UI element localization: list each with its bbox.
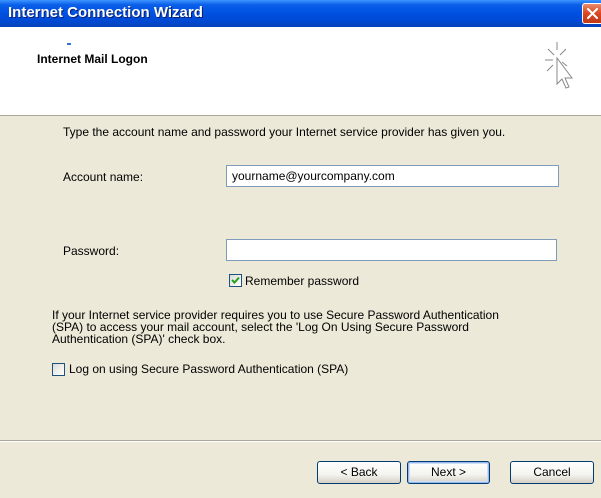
instructions-text: Type the account name and password your … xyxy=(63,125,506,139)
title-bar[interactable]: Internet Connection Wizard xyxy=(0,0,601,27)
password-label: Password: xyxy=(63,244,120,258)
wizard-cursor-icon xyxy=(545,42,573,89)
next-button-label: Next > xyxy=(430,465,466,479)
checkmark-icon xyxy=(231,276,240,284)
window-title: Internet Connection Wizard xyxy=(8,4,203,21)
wizard-content: Type the account name and password your … xyxy=(0,116,601,440)
spa-description-line-3: Authentication (SPA)' check box. xyxy=(52,332,226,346)
header-decoration xyxy=(67,43,71,45)
footer-divider xyxy=(0,440,601,442)
remember-password-checkbox[interactable] xyxy=(229,274,242,287)
wizard-header: Internet Mail Logon xyxy=(0,27,601,116)
spa-checkbox-label[interactable]: Log on using Secure Password Authenticat… xyxy=(69,362,348,376)
account-name-input[interactable] xyxy=(226,165,559,187)
account-name-label: Account name: xyxy=(63,170,144,184)
remember-password-label[interactable]: Remember password xyxy=(245,274,359,288)
close-icon xyxy=(587,8,598,19)
next-button[interactable]: Next > xyxy=(407,461,490,484)
back-button-label: < Back xyxy=(340,465,378,479)
spa-checkbox[interactable] xyxy=(52,363,65,376)
password-input[interactable] xyxy=(226,239,557,261)
page-title: Internet Mail Logon xyxy=(37,52,148,66)
close-button[interactable] xyxy=(582,3,601,24)
cancel-button[interactable]: Cancel xyxy=(510,461,594,484)
back-button[interactable]: < Back xyxy=(317,461,401,484)
wizard-window: Internet Connection Wizard Internet Mail… xyxy=(0,0,601,498)
cancel-button-label: Cancel xyxy=(533,465,571,479)
